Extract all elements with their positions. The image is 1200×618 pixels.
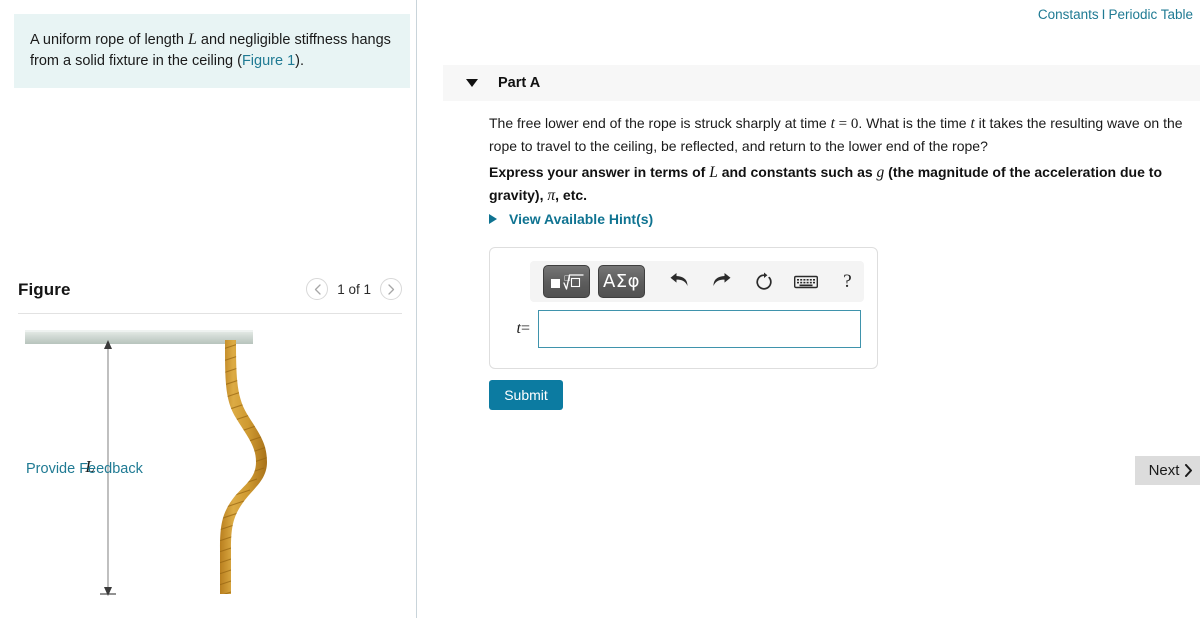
answer-variable-label: t= [490,320,538,338]
figure-divider [18,313,402,314]
links-separator: I [1101,7,1106,22]
express-var-L: L [709,164,718,181]
ceiling-fixture [25,330,253,344]
part-a-header[interactable]: Part A [443,65,1200,101]
keyboard-icon[interactable] [789,267,822,297]
question-text-a: The free lower end of the rope is struck… [489,115,831,131]
figure-1-link[interactable]: Figure 1 [242,53,295,69]
periodic-table-link[interactable]: Periodic Table [1108,7,1193,22]
answer-input[interactable] [538,310,861,348]
problem-page: A uniform rope of length L and negligibl… [0,0,1200,618]
chevron-right-icon [387,283,394,295]
undo-arrow-icon [670,272,688,286]
undo-icon[interactable] [663,267,696,297]
caret-down-icon[interactable] [466,79,478,87]
submit-button[interactable]: Submit [489,380,563,410]
redo-arrow-icon [713,272,731,286]
constants-link[interactable]: Constants [1038,7,1099,22]
redo-icon[interactable] [705,267,738,297]
chevron-left-icon [314,283,321,295]
provide-feedback-link[interactable]: Provide Feedback [26,461,143,477]
part-a-label: Part A [498,75,541,91]
answer-instruction: Express your answer in terms of L and co… [489,161,1189,208]
answer-input-row: t= [490,310,879,348]
express-pi: π [547,187,556,205]
problem-text-1: A uniform rope of length [30,32,188,48]
next-button-label: Next [1148,462,1180,479]
figure-navigation: 1 of 1 [306,278,402,300]
greek-letters-button[interactable]: ΑΣφ [598,265,645,298]
express-text-d: , etc. [555,187,588,204]
figure-title: Figure [18,280,71,299]
resource-links: Constants I Periodic Table [1038,7,1193,22]
chevron-right-icon [1185,464,1193,477]
caret-right-icon [489,214,497,224]
keyboard-glyph-icon [793,275,818,288]
question-text: The free lower end of the rope is struck… [489,112,1194,157]
problem-text-3: ). [295,53,305,70]
question-equals: = [834,116,851,132]
figure-header: Figure 1 of 1 [18,278,402,314]
math-template-button[interactable]: □ [543,265,590,298]
figure-prev-button[interactable] [306,278,329,300]
problem-variable-L: L [188,31,197,48]
figure-next-button[interactable] [380,278,402,300]
view-hints-label: View Available Hint(s) [509,211,654,227]
next-button[interactable]: Next [1135,456,1200,485]
figure-panel: A uniform rope of length L and negligibl… [0,0,417,618]
express-text-a: Express your answer in terms of [489,164,710,180]
question-text-b: . What is the time [858,115,971,131]
express-text-b: and constants such as [717,164,877,180]
refresh-circle-icon [755,272,772,290]
figure-counter: 1 of 1 [337,281,371,297]
view-hints-button[interactable]: View Available Hint(s) [489,211,653,227]
problem-statement: A uniform rope of length L and negligibl… [14,14,410,89]
answer-entry-box: □ ΑΣφ ? t= [489,247,878,369]
answer-equals-sign: = [520,320,530,337]
help-icon[interactable]: ? [831,267,864,297]
math-toolbar: □ ΑΣφ ? [530,261,864,302]
math-root-icon: □ [550,274,584,290]
reset-icon[interactable] [747,267,780,297]
rope-shape [220,340,267,594]
